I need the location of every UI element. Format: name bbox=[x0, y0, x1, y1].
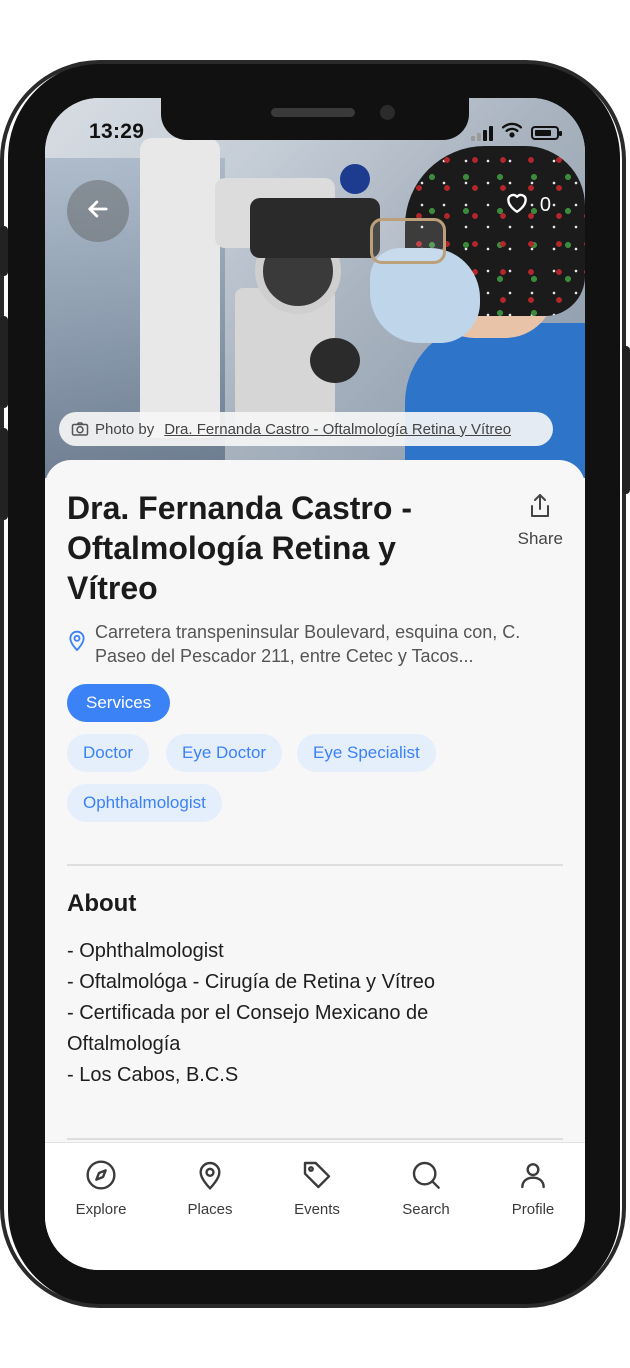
camera-icon bbox=[71, 421, 89, 437]
place-details: Dra. Fernanda Castro - Oftalmología Reti… bbox=[45, 460, 585, 1150]
compass-icon bbox=[85, 1159, 117, 1195]
tab-label: Events bbox=[294, 1201, 340, 1218]
back-button[interactable] bbox=[67, 180, 129, 242]
about-heading: About bbox=[67, 890, 137, 917]
tab-label: Search bbox=[402, 1201, 450, 1218]
status-icons bbox=[471, 122, 562, 143]
divider bbox=[67, 1138, 563, 1140]
photo-credit-link[interactable]: Dra. Fernanda Castro - Oftalmología Reti… bbox=[164, 421, 511, 438]
place-title: Dra. Fernanda Castro - Oftalmología Reti… bbox=[67, 490, 412, 606]
hero-image: 0 Photo by Dra. Fernanda Castro - Oftalm… bbox=[45, 98, 585, 478]
tag-icon bbox=[301, 1159, 333, 1195]
tab-profile[interactable]: Profile bbox=[488, 1159, 578, 1218]
about-line: - Oftalmológa - Cirugía de Retina y Vítr… bbox=[67, 971, 435, 993]
share-button[interactable]: Share bbox=[518, 492, 563, 549]
tab-label: Places bbox=[187, 1201, 233, 1218]
heart-icon bbox=[504, 190, 530, 220]
divider bbox=[67, 864, 563, 866]
wifi-icon bbox=[501, 122, 523, 143]
tab-search[interactable]: Search bbox=[381, 1159, 471, 1218]
favorite-count: 0 bbox=[539, 193, 551, 216]
arrow-left-icon bbox=[84, 195, 112, 228]
share-icon bbox=[528, 492, 552, 525]
screen: 0 Photo by Dra. Fernanda Castro - Oftalm… bbox=[45, 98, 585, 1270]
photo-credit: Photo by Dra. Fernanda Castro - Oftalmol… bbox=[59, 412, 553, 446]
tag-chip[interactable]: Eye Doctor bbox=[166, 734, 283, 772]
address[interactable]: Carretera transpeninsular Boulevard, esq… bbox=[67, 620, 567, 668]
about-text: - Ophthalmologist - Oftalmológa - Cirugí… bbox=[67, 936, 547, 1091]
share-label: Share bbox=[517, 529, 563, 548]
favorite-button[interactable]: 0 bbox=[504, 190, 551, 220]
status-time: 13:29 bbox=[89, 120, 145, 143]
tab-events[interactable]: Events bbox=[272, 1159, 362, 1218]
volume-up-button bbox=[0, 316, 8, 408]
location-pin-icon bbox=[67, 628, 87, 668]
signal-icon bbox=[471, 125, 493, 141]
notch bbox=[161, 98, 469, 140]
tab-explore[interactable]: Explore bbox=[56, 1159, 146, 1218]
volume-down-button bbox=[0, 428, 8, 520]
battery-icon bbox=[531, 125, 562, 140]
photo-credit-prefix: Photo by bbox=[95, 420, 155, 438]
tab-places[interactable]: Places bbox=[165, 1159, 255, 1218]
tab-label: Explore bbox=[75, 1201, 127, 1218]
about-line: - Los Cabos, B.C.S bbox=[67, 1064, 239, 1086]
tag-chip[interactable]: Doctor bbox=[67, 734, 150, 772]
tag-chip[interactable]: Eye Specialist bbox=[297, 734, 436, 772]
about-line: - Certificada por el Consejo Mexicano de… bbox=[67, 1002, 429, 1055]
tab-bar: Explore Places Events Search Profile bbox=[45, 1142, 585, 1270]
power-button bbox=[622, 346, 630, 494]
mute-switch bbox=[0, 226, 8, 276]
tab-label: Profile bbox=[511, 1201, 555, 1218]
category-chip-services[interactable]: Services bbox=[67, 684, 171, 722]
search-icon bbox=[410, 1159, 442, 1195]
tag-chip[interactable]: Ophthalmologist bbox=[67, 784, 222, 822]
map-pin-icon bbox=[194, 1159, 226, 1195]
about-line: - Ophthalmologist bbox=[67, 940, 224, 962]
address-text: Carretera transpeninsular Boulevard, esq… bbox=[95, 622, 521, 666]
user-icon bbox=[517, 1159, 549, 1195]
